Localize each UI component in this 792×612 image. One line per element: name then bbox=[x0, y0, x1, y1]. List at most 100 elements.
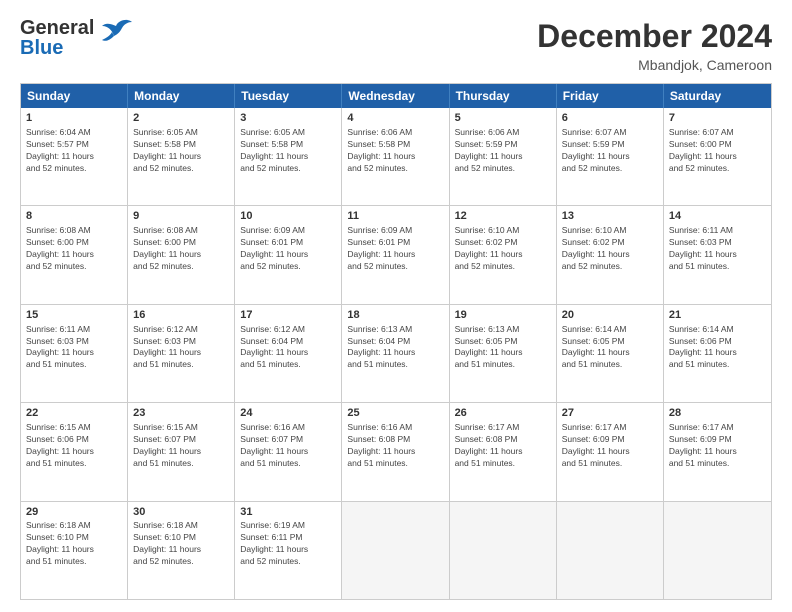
cal-cell: 24Sunrise: 6:16 AMSunset: 6:07 PMDayligh… bbox=[235, 403, 342, 500]
cal-cell: 21Sunrise: 6:14 AMSunset: 6:06 PMDayligh… bbox=[664, 305, 771, 402]
day-number: 5 bbox=[455, 111, 551, 126]
day-number: 16 bbox=[133, 308, 229, 323]
day-number: 8 bbox=[26, 209, 122, 224]
cal-header-thursday: Thursday bbox=[450, 84, 557, 108]
day-number: 23 bbox=[133, 406, 229, 421]
logo: General Blue bbox=[20, 18, 134, 58]
cal-cell: 1Sunrise: 6:04 AMSunset: 5:57 PMDaylight… bbox=[21, 108, 128, 205]
cal-header-tuesday: Tuesday bbox=[235, 84, 342, 108]
cal-cell bbox=[557, 502, 664, 599]
day-info: Sunrise: 6:18 AMSunset: 6:10 PMDaylight:… bbox=[26, 520, 122, 568]
day-info: Sunrise: 6:17 AMSunset: 6:08 PMDaylight:… bbox=[455, 422, 551, 470]
day-info: Sunrise: 6:04 AMSunset: 5:57 PMDaylight:… bbox=[26, 127, 122, 175]
day-number: 27 bbox=[562, 406, 658, 421]
day-info: Sunrise: 6:11 AMSunset: 6:03 PMDaylight:… bbox=[26, 324, 122, 372]
cal-cell: 20Sunrise: 6:14 AMSunset: 6:05 PMDayligh… bbox=[557, 305, 664, 402]
day-info: Sunrise: 6:17 AMSunset: 6:09 PMDaylight:… bbox=[562, 422, 658, 470]
cal-cell: 2Sunrise: 6:05 AMSunset: 5:58 PMDaylight… bbox=[128, 108, 235, 205]
day-info: Sunrise: 6:10 AMSunset: 6:02 PMDaylight:… bbox=[562, 225, 658, 273]
day-number: 9 bbox=[133, 209, 229, 224]
day-info: Sunrise: 6:05 AMSunset: 5:58 PMDaylight:… bbox=[133, 127, 229, 175]
day-info: Sunrise: 6:05 AMSunset: 5:58 PMDaylight:… bbox=[240, 127, 336, 175]
day-number: 12 bbox=[455, 209, 551, 224]
day-number: 29 bbox=[26, 505, 122, 520]
cal-cell: 9Sunrise: 6:08 AMSunset: 6:00 PMDaylight… bbox=[128, 206, 235, 303]
cal-cell: 7Sunrise: 6:07 AMSunset: 6:00 PMDaylight… bbox=[664, 108, 771, 205]
cal-cell: 16Sunrise: 6:12 AMSunset: 6:03 PMDayligh… bbox=[128, 305, 235, 402]
cal-cell: 18Sunrise: 6:13 AMSunset: 6:04 PMDayligh… bbox=[342, 305, 449, 402]
day-info: Sunrise: 6:16 AMSunset: 6:07 PMDaylight:… bbox=[240, 422, 336, 470]
logo-general: General bbox=[20, 18, 94, 38]
day-number: 11 bbox=[347, 209, 443, 224]
day-info: Sunrise: 6:06 AMSunset: 5:59 PMDaylight:… bbox=[455, 127, 551, 175]
day-number: 6 bbox=[562, 111, 658, 126]
day-number: 4 bbox=[347, 111, 443, 126]
day-info: Sunrise: 6:12 AMSunset: 6:04 PMDaylight:… bbox=[240, 324, 336, 372]
cal-cell: 17Sunrise: 6:12 AMSunset: 6:04 PMDayligh… bbox=[235, 305, 342, 402]
cal-cell: 30Sunrise: 6:18 AMSunset: 6:10 PMDayligh… bbox=[128, 502, 235, 599]
calendar-body: 1Sunrise: 6:04 AMSunset: 5:57 PMDaylight… bbox=[21, 108, 771, 599]
day-number: 25 bbox=[347, 406, 443, 421]
cal-cell: 12Sunrise: 6:10 AMSunset: 6:02 PMDayligh… bbox=[450, 206, 557, 303]
day-info: Sunrise: 6:12 AMSunset: 6:03 PMDaylight:… bbox=[133, 324, 229, 372]
day-info: Sunrise: 6:15 AMSunset: 6:06 PMDaylight:… bbox=[26, 422, 122, 470]
day-info: Sunrise: 6:09 AMSunset: 6:01 PMDaylight:… bbox=[347, 225, 443, 273]
cal-cell: 6Sunrise: 6:07 AMSunset: 5:59 PMDaylight… bbox=[557, 108, 664, 205]
day-number: 28 bbox=[669, 406, 766, 421]
day-info: Sunrise: 6:19 AMSunset: 6:11 PMDaylight:… bbox=[240, 520, 336, 568]
cal-cell: 26Sunrise: 6:17 AMSunset: 6:08 PMDayligh… bbox=[450, 403, 557, 500]
cal-cell: 31Sunrise: 6:19 AMSunset: 6:11 PMDayligh… bbox=[235, 502, 342, 599]
day-number: 10 bbox=[240, 209, 336, 224]
logo-blue: Blue bbox=[20, 38, 94, 58]
cal-cell: 4Sunrise: 6:06 AMSunset: 5:58 PMDaylight… bbox=[342, 108, 449, 205]
cal-cell: 13Sunrise: 6:10 AMSunset: 6:02 PMDayligh… bbox=[557, 206, 664, 303]
cal-week-2: 8Sunrise: 6:08 AMSunset: 6:00 PMDaylight… bbox=[21, 205, 771, 303]
cal-cell: 28Sunrise: 6:17 AMSunset: 6:09 PMDayligh… bbox=[664, 403, 771, 500]
cal-cell: 11Sunrise: 6:09 AMSunset: 6:01 PMDayligh… bbox=[342, 206, 449, 303]
day-number: 14 bbox=[669, 209, 766, 224]
day-info: Sunrise: 6:18 AMSunset: 6:10 PMDaylight:… bbox=[133, 520, 229, 568]
day-number: 21 bbox=[669, 308, 766, 323]
day-info: Sunrise: 6:10 AMSunset: 6:02 PMDaylight:… bbox=[455, 225, 551, 273]
header: General Blue December 2024 Mbandjok, Cam… bbox=[20, 18, 772, 73]
cal-cell: 15Sunrise: 6:11 AMSunset: 6:03 PMDayligh… bbox=[21, 305, 128, 402]
day-number: 19 bbox=[455, 308, 551, 323]
cal-header-wednesday: Wednesday bbox=[342, 84, 449, 108]
logo-bird-icon bbox=[98, 18, 134, 48]
cal-header-sunday: Sunday bbox=[21, 84, 128, 108]
day-number: 15 bbox=[26, 308, 122, 323]
cal-cell: 5Sunrise: 6:06 AMSunset: 5:59 PMDaylight… bbox=[450, 108, 557, 205]
cal-cell: 25Sunrise: 6:16 AMSunset: 6:08 PMDayligh… bbox=[342, 403, 449, 500]
day-info: Sunrise: 6:16 AMSunset: 6:08 PMDaylight:… bbox=[347, 422, 443, 470]
main-title: December 2024 bbox=[537, 18, 772, 55]
day-info: Sunrise: 6:17 AMSunset: 6:09 PMDaylight:… bbox=[669, 422, 766, 470]
day-info: Sunrise: 6:06 AMSunset: 5:58 PMDaylight:… bbox=[347, 127, 443, 175]
day-info: Sunrise: 6:15 AMSunset: 6:07 PMDaylight:… bbox=[133, 422, 229, 470]
day-number: 20 bbox=[562, 308, 658, 323]
cal-week-5: 29Sunrise: 6:18 AMSunset: 6:10 PMDayligh… bbox=[21, 501, 771, 599]
page: General Blue December 2024 Mbandjok, Cam… bbox=[0, 0, 792, 612]
day-number: 1 bbox=[26, 111, 122, 126]
cal-cell: 29Sunrise: 6:18 AMSunset: 6:10 PMDayligh… bbox=[21, 502, 128, 599]
cal-cell: 23Sunrise: 6:15 AMSunset: 6:07 PMDayligh… bbox=[128, 403, 235, 500]
day-info: Sunrise: 6:13 AMSunset: 6:05 PMDaylight:… bbox=[455, 324, 551, 372]
cal-cell: 8Sunrise: 6:08 AMSunset: 6:00 PMDaylight… bbox=[21, 206, 128, 303]
calendar: SundayMondayTuesdayWednesdayThursdayFrid… bbox=[20, 83, 772, 600]
cal-header-saturday: Saturday bbox=[664, 84, 771, 108]
day-info: Sunrise: 6:07 AMSunset: 5:59 PMDaylight:… bbox=[562, 127, 658, 175]
day-info: Sunrise: 6:08 AMSunset: 6:00 PMDaylight:… bbox=[26, 225, 122, 273]
cal-cell: 14Sunrise: 6:11 AMSunset: 6:03 PMDayligh… bbox=[664, 206, 771, 303]
day-number: 3 bbox=[240, 111, 336, 126]
cal-cell bbox=[664, 502, 771, 599]
cal-header-friday: Friday bbox=[557, 84, 664, 108]
cal-week-1: 1Sunrise: 6:04 AMSunset: 5:57 PMDaylight… bbox=[21, 108, 771, 205]
day-number: 31 bbox=[240, 505, 336, 520]
day-info: Sunrise: 6:07 AMSunset: 6:00 PMDaylight:… bbox=[669, 127, 766, 175]
cal-cell: 10Sunrise: 6:09 AMSunset: 6:01 PMDayligh… bbox=[235, 206, 342, 303]
day-info: Sunrise: 6:13 AMSunset: 6:04 PMDaylight:… bbox=[347, 324, 443, 372]
day-number: 26 bbox=[455, 406, 551, 421]
cal-week-3: 15Sunrise: 6:11 AMSunset: 6:03 PMDayligh… bbox=[21, 304, 771, 402]
day-info: Sunrise: 6:08 AMSunset: 6:00 PMDaylight:… bbox=[133, 225, 229, 273]
cal-week-4: 22Sunrise: 6:15 AMSunset: 6:06 PMDayligh… bbox=[21, 402, 771, 500]
cal-cell bbox=[450, 502, 557, 599]
